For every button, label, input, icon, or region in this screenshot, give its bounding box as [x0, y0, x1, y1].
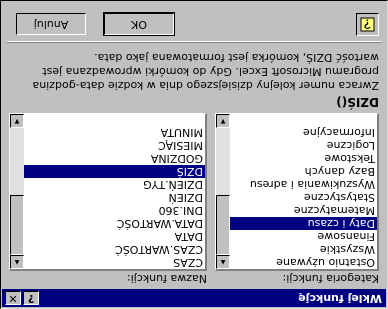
title-bar[interactable]: Wklej funkcję ? ✕ — [2, 289, 386, 307]
function-description: Zwraca numer kolejny dzisiejszego dnia w… — [32, 51, 379, 92]
category-list-item[interactable]: Tekstowe — [230, 152, 377, 165]
function-list-item[interactable]: DZIEŃ — [24, 191, 205, 204]
category-listbox[interactable]: Ostatnio używane Wszystkie Finansowe Daty i… — [215, 113, 379, 271]
function-scrollbar[interactable]: ▲ ▼ — [10, 114, 24, 269]
function-list-item[interactable]: MIESIĄC — [24, 139, 205, 152]
function-signature: DZIŚ() — [336, 95, 379, 109]
close-button[interactable]: ✕ — [5, 291, 21, 305]
function-list-item[interactable]: MINUTA — [24, 126, 205, 139]
cancel-button[interactable]: Anuluj — [16, 13, 86, 35]
category-list-item[interactable]: Bazy danych — [230, 165, 377, 178]
scroll-thumb[interactable] — [10, 195, 24, 255]
dialog-title: Wklej funkcję — [298, 292, 382, 305]
category-list-item[interactable]: Wyszukiwania i adresu — [230, 178, 377, 191]
category-scrollbar[interactable]: ▲ ▼ — [216, 114, 230, 269]
category-list-item[interactable]: Finansowe — [230, 230, 377, 243]
function-name-label: Nazwa funkcji: — [127, 272, 207, 285]
paste-function-dialog: Wklej funkcję ? ✕ Kategoria funkcji: Naz… — [0, 0, 388, 309]
scroll-down-arrow-icon[interactable]: ▼ — [10, 114, 24, 128]
function-list-item[interactable]: DZIEŃ.TYG — [24, 178, 205, 191]
function-listbox[interactable]: CZAS CZAS.WARTOŚĆ DATA DATA.WARTOŚĆ DNI.360 D… — [9, 113, 207, 271]
function-items: CZAS CZAS.WARTOŚĆ DATA DATA.WARTOŚĆ DNI.360 D… — [24, 126, 205, 269]
function-list-item[interactable]: DZIŚ — [24, 165, 205, 178]
scroll-up-arrow-icon[interactable]: ▲ — [216, 255, 230, 269]
category-items: Ostatnio używane Wszystkie Finansowe Daty i… — [230, 126, 377, 269]
function-list-item[interactable]: DNI.360 — [24, 204, 205, 217]
category-label-text: Kategoria funkcji: — [282, 272, 379, 285]
category-list-item[interactable]: Matematyczne — [230, 204, 377, 217]
category-list-item[interactable]: Statystyczne — [230, 191, 377, 204]
ok-button[interactable]: OK — [103, 12, 175, 36]
office-assistant-icon — [360, 17, 375, 32]
category-list-item[interactable]: Wszystkie — [230, 243, 377, 256]
help-title-button[interactable]: ? — [23, 291, 39, 305]
function-list-item[interactable]: DATA — [24, 230, 205, 243]
scroll-down-arrow-icon[interactable]: ▼ — [216, 114, 230, 128]
category-label: Kategoria funkcji: — [283, 272, 379, 285]
office-assistant-button[interactable] — [356, 13, 379, 36]
function-list-item[interactable]: GODZINA — [24, 152, 205, 165]
category-list-item[interactable]: Ostatnio używane — [230, 256, 377, 269]
category-list-item[interactable]: Daty i czasu — [230, 217, 377, 230]
function-list-item[interactable]: CZAS — [24, 256, 205, 269]
scroll-thumb[interactable] — [216, 195, 230, 255]
category-list-item[interactable]: Logiczne — [230, 139, 377, 152]
function-name-label-text: Nazwa funkcji: — [126, 272, 207, 285]
separator — [7, 41, 381, 43]
category-list-item[interactable]: Informacyjne — [230, 126, 377, 139]
function-list-item[interactable]: DATA.WARTOŚĆ — [24, 217, 205, 230]
scroll-up-arrow-icon[interactable]: ▲ — [10, 255, 24, 269]
function-list-item[interactable]: CZAS.WARTOŚĆ — [24, 243, 205, 256]
